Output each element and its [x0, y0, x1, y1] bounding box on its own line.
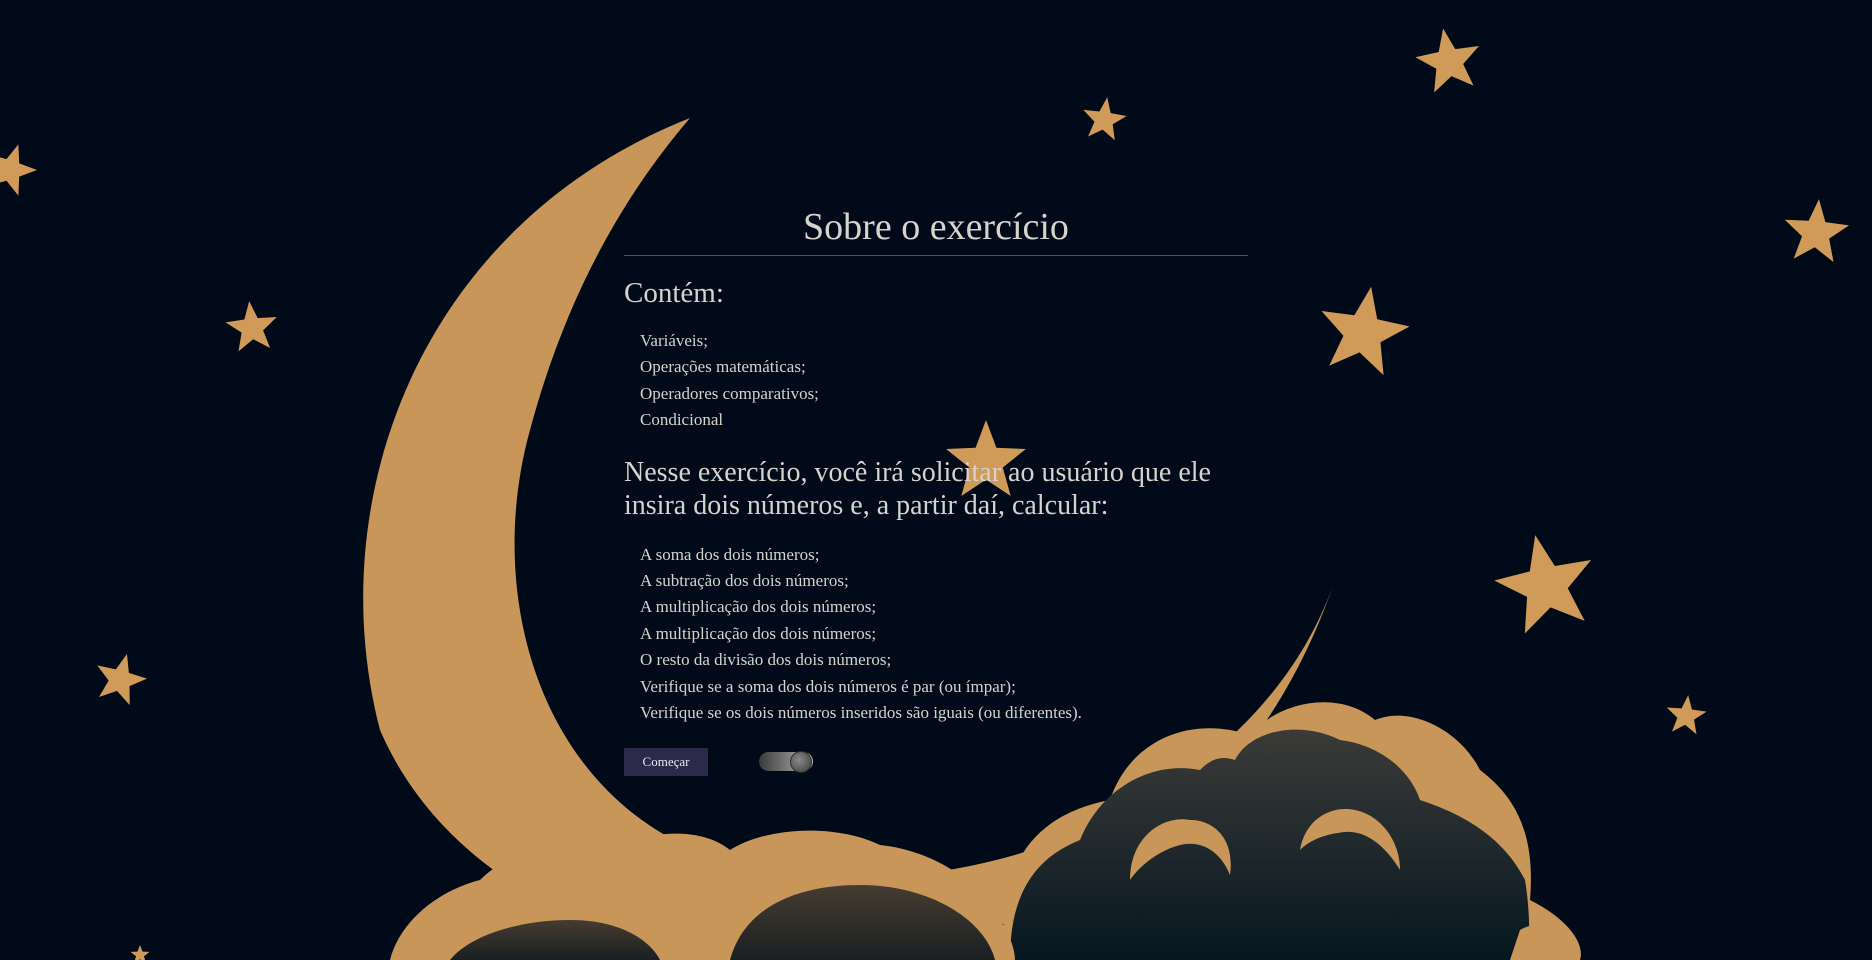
star-icon [225, 301, 277, 352]
theme-toggle-switch[interactable] [759, 751, 813, 774]
toggle-knob[interactable] [790, 751, 812, 774]
controls-row: Começar [624, 748, 1248, 778]
list-item: O resto da divisão dos dois números; [640, 650, 892, 670]
list-item: Condicional [640, 410, 724, 430]
list-item: A multiplicação dos dois números; [640, 623, 877, 643]
list-item: Operadores comparativos; [640, 383, 819, 403]
list-item: Verifique se a soma dos dois números é p… [640, 676, 1016, 696]
topic-list: Variáveis; Operações matemáticas; Operad… [624, 328, 1248, 434]
list-item: Operações matemáticas; [640, 357, 806, 377]
star-icon [1083, 97, 1127, 141]
page-title: Sobre o exercício [624, 202, 1248, 256]
start-button[interactable]: Começar [624, 748, 708, 777]
star-icon [0, 144, 38, 196]
task-list: A soma dos dois números; A subtração dos… [624, 542, 1248, 727]
star-icon [1494, 535, 1592, 634]
star-icon [1784, 199, 1850, 263]
list-item: A multiplicação dos dois números; [640, 597, 877, 617]
list-item: Verifique se os dois números inseridos s… [640, 703, 1082, 723]
star-icon [1321, 286, 1410, 376]
exercise-panel: Sobre o exercício Contém: Variáveis; Ope… [624, 202, 1248, 778]
list-item: A soma dos dois números; [640, 544, 820, 564]
star-icon [130, 945, 150, 960]
star-icon [97, 653, 147, 706]
list-item: Variáveis; [640, 331, 708, 350]
list-item: A subtração dos dois números; [640, 571, 849, 591]
page: Sobre o exercício Contém: Variáveis; Ope… [0, 0, 1872, 960]
star-icon [1415, 28, 1479, 93]
contains-heading: Contém: [624, 277, 724, 309]
task-heading: Nesse exercício, você irá solicitar ao u… [624, 456, 1211, 521]
star-icon [1666, 695, 1707, 735]
